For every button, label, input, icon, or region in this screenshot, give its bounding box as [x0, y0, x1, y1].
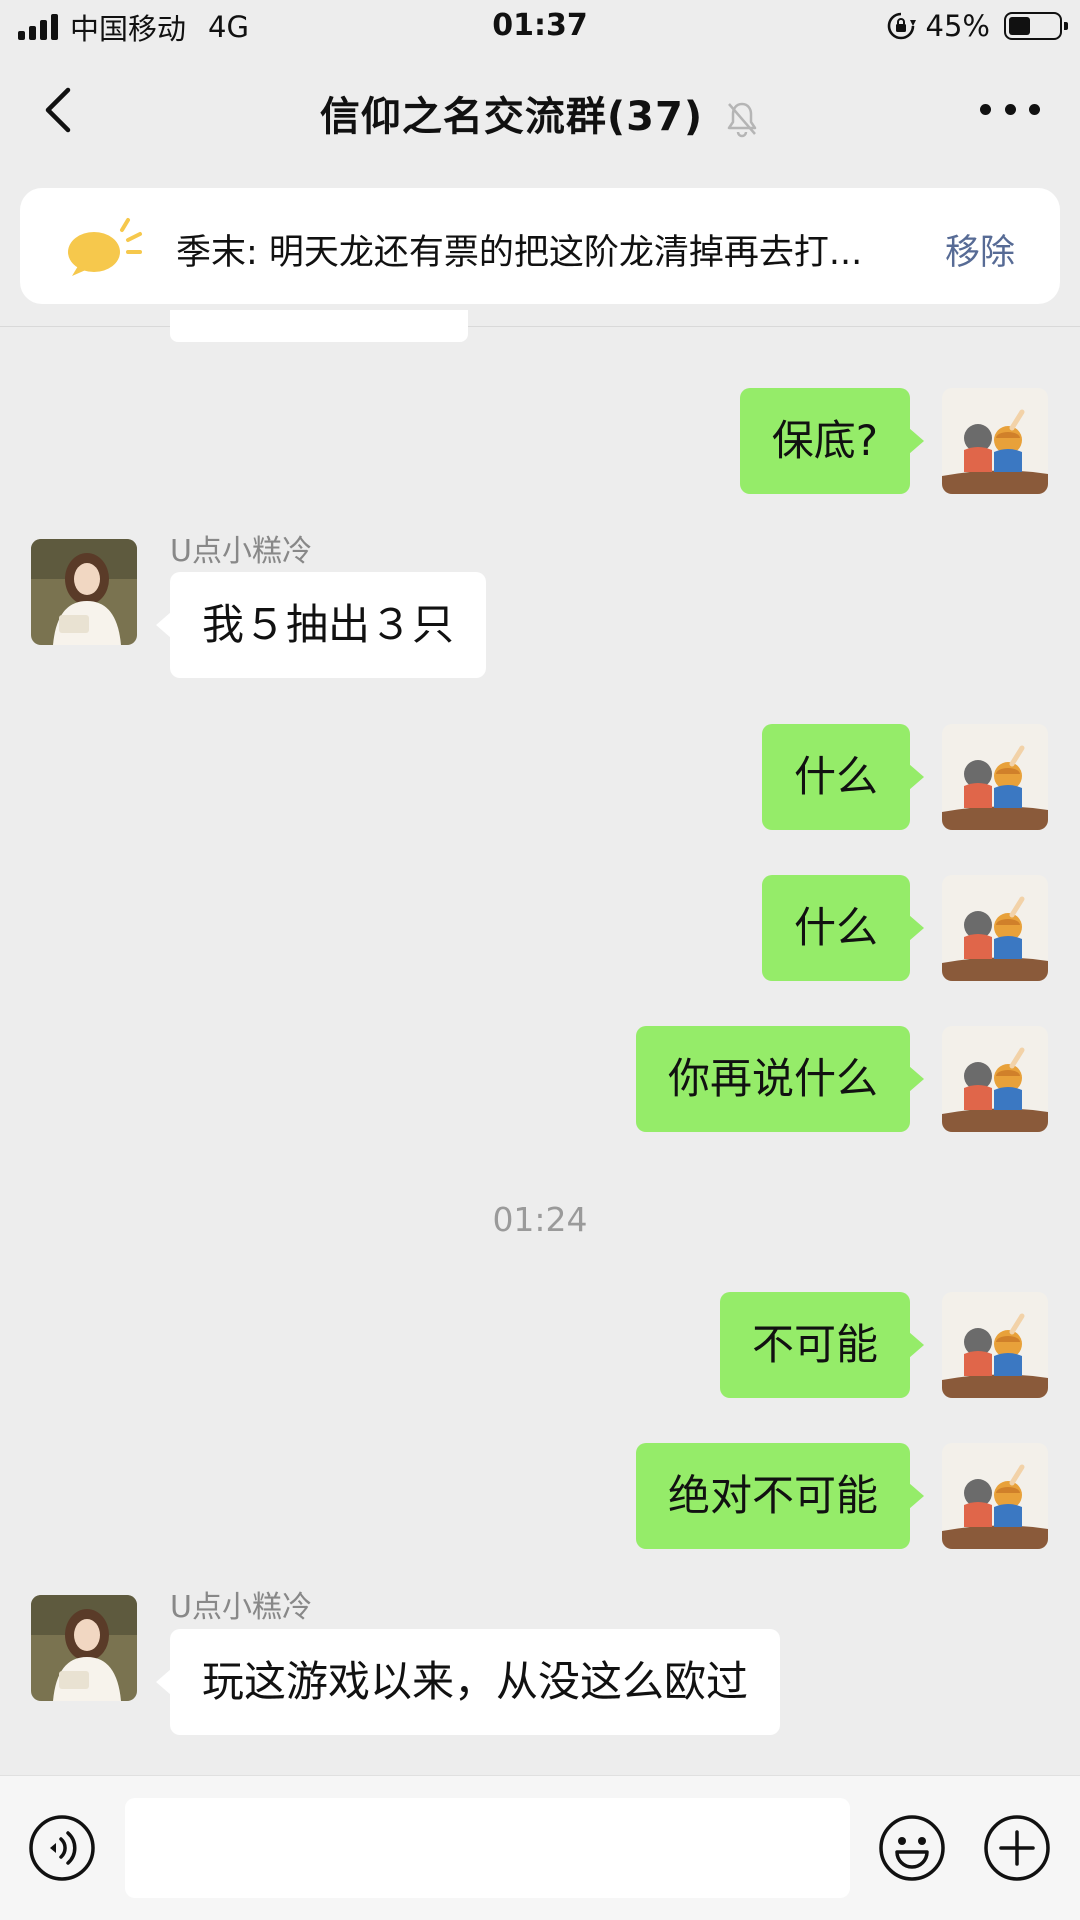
- my-message-bubble[interactable]: 什么: [761, 875, 925, 981]
- voice-icon[interactable]: [28, 1814, 96, 1882]
- my-message-bubble[interactable]: 保底?: [739, 388, 925, 494]
- input-bar: [0, 1775, 1080, 1920]
- message-text: 我５抽出３只: [202, 600, 455, 649]
- my-avatar[interactable]: [942, 875, 1048, 981]
- message-text: 你再说什么: [667, 1054, 878, 1103]
- speech-bubble-icon: [68, 218, 142, 276]
- my-message-bubble[interactable]: 不可能: [719, 1292, 925, 1398]
- sender-name: U点小糕冷: [170, 534, 312, 569]
- divider: [0, 326, 1080, 327]
- my-avatar[interactable]: [942, 1026, 1048, 1132]
- message-text: 绝对不可能: [667, 1471, 878, 1520]
- notice-text: 季末: 明天龙还有票的把这阶龙清掉再去打...: [176, 233, 863, 273]
- emoji-icon[interactable]: [878, 1814, 946, 1882]
- my-avatar[interactable]: [942, 388, 1048, 494]
- other-message-bubble[interactable]: 玩这游戏以来，从没这么欧过: [155, 1629, 781, 1735]
- chat-title-text: 信仰之名交流群(37): [319, 94, 704, 140]
- pinned-notice[interactable]: 季末: 明天龙还有票的把这阶龙清掉再去打... 移除: [20, 188, 1060, 304]
- mute-bell-icon: [727, 102, 757, 138]
- remove-notice-button[interactable]: 移除: [945, 224, 1015, 275]
- message-text: 什么: [793, 903, 878, 952]
- battery-percent: 45%: [925, 9, 990, 43]
- chat-title[interactable]: 信仰之名交流群(37): [0, 84, 1080, 142]
- other-message-bubble[interactable]: 我５抽出３只: [155, 572, 487, 678]
- my-message-bubble[interactable]: 什么: [761, 724, 925, 830]
- my-avatar[interactable]: [942, 1292, 1048, 1398]
- more-icon[interactable]: [980, 94, 1040, 124]
- message-text: 保底?: [771, 416, 878, 465]
- nav-bar: 信仰之名交流群(37): [0, 54, 1080, 164]
- sender-avatar[interactable]: [31, 1595, 137, 1701]
- status-bar: 中国移动 4G 01:37 45%: [0, 0, 1080, 54]
- my-avatar[interactable]: [942, 724, 1048, 830]
- partial-message-bubble[interactable]: [170, 310, 468, 342]
- plus-icon[interactable]: [983, 1814, 1051, 1882]
- time-separator: 01:24: [492, 1200, 588, 1239]
- message-text: 玩这游戏以来，从没这么欧过: [202, 1657, 749, 1706]
- sender-avatar[interactable]: [31, 539, 137, 645]
- message-text: 什么: [793, 752, 878, 801]
- my-avatar[interactable]: [942, 1443, 1048, 1549]
- my-message-bubble[interactable]: 绝对不可能: [635, 1443, 925, 1549]
- message-text: 不可能: [751, 1320, 878, 1369]
- battery-fill: [1009, 17, 1030, 35]
- my-message-bubble[interactable]: 你再说什么: [635, 1026, 925, 1132]
- sender-name: U点小糕冷: [170, 1590, 312, 1625]
- rotation-lock-icon: [887, 12, 916, 40]
- battery-icon: [1004, 12, 1068, 40]
- status-right: 45%: [886, 8, 1068, 44]
- message-input[interactable]: [125, 1798, 850, 1898]
